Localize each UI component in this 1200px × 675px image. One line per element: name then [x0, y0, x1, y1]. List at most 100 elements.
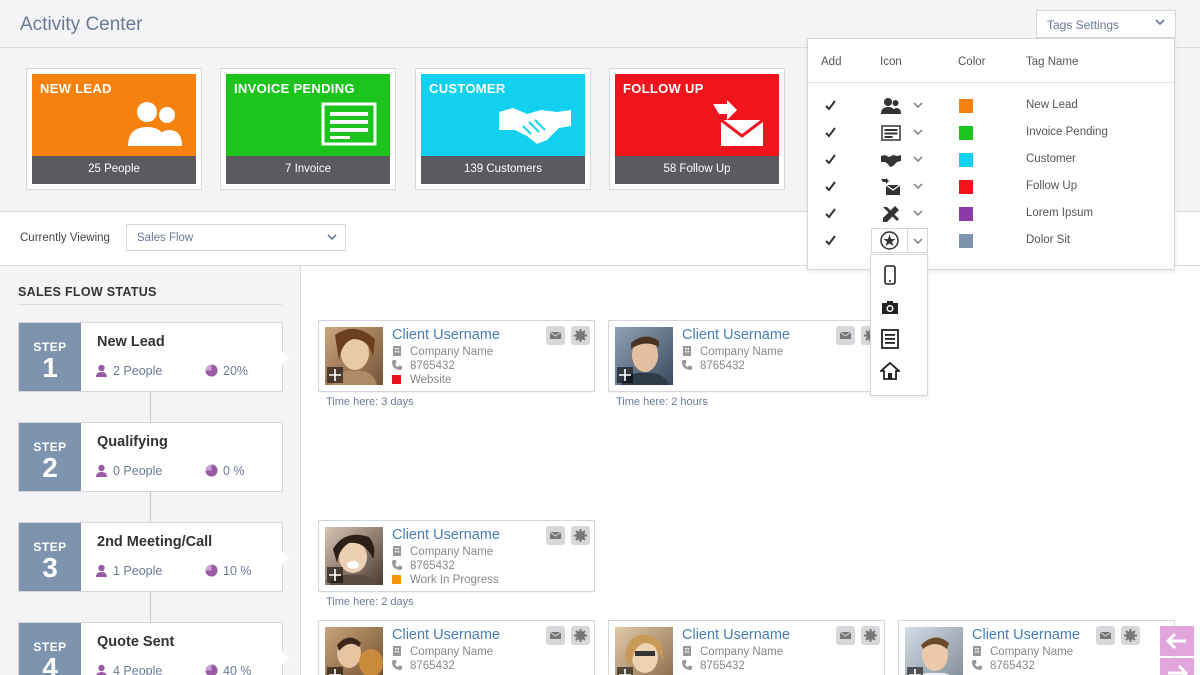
step-connector: [150, 392, 151, 424]
chevron-down-icon: [913, 238, 923, 245]
tile-new-lead[interactable]: NEW LEAD 25 People: [26, 68, 202, 190]
move-icon[interactable]: [327, 567, 343, 583]
mail-icon[interactable]: [835, 326, 855, 345]
client-card[interactable]: Client Username Company Name 8765432 Web…: [318, 320, 595, 392]
move-icon[interactable]: [617, 667, 633, 675]
tile-title: CUSTOMER: [429, 81, 506, 96]
scroll-left-button[interactable]: [1160, 626, 1194, 656]
tags-settings-button[interactable]: Tags Settings: [1036, 10, 1176, 38]
step-word: STEP: [33, 440, 67, 454]
move-icon[interactable]: [327, 667, 343, 675]
tile-customer[interactable]: CUSTOMER 139 Customers: [415, 68, 591, 190]
tag-color-swatch[interactable]: [959, 234, 973, 248]
client-name[interactable]: Client Username: [392, 627, 500, 643]
gear-icon[interactable]: [861, 626, 880, 645]
step-card[interactable]: STEP 3 2nd Meeting/Call 1 People 10 %: [18, 522, 289, 592]
step-name: Qualifying: [97, 434, 168, 450]
step-number: 4: [42, 652, 58, 675]
checkbox[interactable]: [824, 126, 837, 139]
document-icon[interactable]: [880, 329, 900, 349]
move-icon[interactable]: [327, 367, 343, 383]
step-card[interactable]: STEP 4 Quote Sent 4 People 40 %: [18, 622, 289, 675]
move-icon[interactable]: [907, 667, 923, 675]
viewing-select[interactable]: Sales Flow: [126, 224, 346, 251]
person-icon: [96, 364, 107, 377]
chevron-down-icon[interactable]: [913, 100, 923, 110]
move-icon[interactable]: [617, 367, 633, 383]
checkbox[interactable]: [824, 99, 837, 112]
step-name: 2nd Meeting/Call: [97, 534, 213, 550]
client-phone-value: 8765432: [410, 560, 455, 572]
mobile-icon[interactable]: [880, 265, 900, 285]
checkbox[interactable]: [824, 153, 837, 166]
tag-color-swatch[interactable]: [959, 126, 973, 140]
client-name[interactable]: Client Username: [682, 327, 790, 343]
mail-icon[interactable]: [545, 326, 565, 345]
chevron-down-icon[interactable]: [913, 181, 923, 191]
home-icon[interactable]: [880, 361, 900, 381]
step-word: STEP: [33, 540, 67, 554]
client-company: Company Name: [392, 546, 493, 558]
step-card[interactable]: STEP 1 New Lead 2 People 20%: [18, 322, 289, 392]
chevron-down-icon: [1155, 19, 1165, 26]
client-name[interactable]: Client Username: [392, 327, 500, 343]
step-badge: STEP 4: [19, 623, 81, 675]
pie-icon: [205, 364, 218, 377]
tag-color-swatch[interactable]: [959, 99, 973, 113]
time-in-stage: Time here: 3 days: [326, 396, 414, 408]
icon-select[interactable]: [871, 228, 928, 253]
tile-count: 139 Customers: [421, 156, 585, 184]
step-people: 0 People: [95, 464, 162, 478]
col-header-icon: Icon: [880, 56, 902, 68]
phone-icon: [392, 560, 402, 570]
client-name[interactable]: Client Username: [972, 627, 1080, 643]
gear-icon[interactable]: [571, 326, 590, 345]
client-card[interactable]: Client Username Company Name 8765432 Wor…: [318, 520, 595, 592]
checkbox[interactable]: [824, 180, 837, 193]
client-company: Company Name: [972, 646, 1073, 658]
tag-color-swatch[interactable]: [959, 153, 973, 167]
users-icon: [881, 98, 901, 114]
camera-icon[interactable]: [880, 297, 900, 317]
tag-row: Follow Up: [808, 178, 1174, 205]
client-company: Company Name: [392, 646, 493, 658]
tile-follow-up[interactable]: FOLLOW UP 58 Follow Up: [609, 68, 785, 190]
chevron-down-icon[interactable]: [913, 154, 923, 164]
phone-icon: [972, 660, 982, 670]
phone-icon: [682, 660, 692, 670]
mail-icon[interactable]: [545, 526, 565, 545]
handshake-icon: [881, 155, 901, 167]
tag-color-swatch[interactable]: [959, 180, 973, 194]
client-phone-value: 8765432: [410, 660, 455, 672]
client-name[interactable]: Client Username: [682, 627, 790, 643]
building-icon: [393, 346, 401, 356]
step-people: 4 People: [95, 664, 162, 675]
tag-name: Customer: [1026, 153, 1076, 165]
client-name[interactable]: Client Username: [392, 527, 500, 543]
mail-icon[interactable]: [1095, 626, 1115, 645]
client-card[interactable]: Client Username Company Name 8765432: [898, 620, 1175, 675]
mail-reply-icon: [713, 100, 764, 146]
time-in-stage: Time here: 2 hours: [616, 396, 708, 408]
gear-icon[interactable]: [571, 626, 590, 645]
step-card[interactable]: STEP 2 Qualifying 0 People 0 %: [18, 422, 283, 492]
step-percent: 0 %: [205, 464, 245, 478]
mail-icon[interactable]: [835, 626, 855, 645]
gear-icon[interactable]: [571, 526, 590, 545]
step-word: STEP: [33, 640, 67, 654]
checkbox[interactable]: [824, 234, 837, 247]
client-card[interactable]: Client Username Company Name 8765432: [608, 320, 885, 392]
client-card[interactable]: Client Username Company Name 8765432: [318, 620, 595, 675]
mail-icon[interactable]: [545, 626, 565, 645]
tile-invoice-pending[interactable]: INVOICE PENDING 7 Invoice: [220, 68, 396, 190]
tag-name: Follow Up: [1026, 180, 1078, 192]
chevron-down-icon[interactable]: [913, 127, 923, 137]
person-icon: [96, 464, 107, 477]
client-phone: 8765432: [682, 360, 745, 372]
gear-icon[interactable]: [1121, 626, 1140, 645]
scroll-right-button[interactable]: [1160, 658, 1194, 675]
chevron-down-icon[interactable]: [913, 208, 923, 218]
client-card[interactable]: Client Username Company Name 8765432: [608, 620, 885, 675]
checkbox[interactable]: [824, 207, 837, 220]
tag-color-swatch[interactable]: [959, 207, 973, 221]
